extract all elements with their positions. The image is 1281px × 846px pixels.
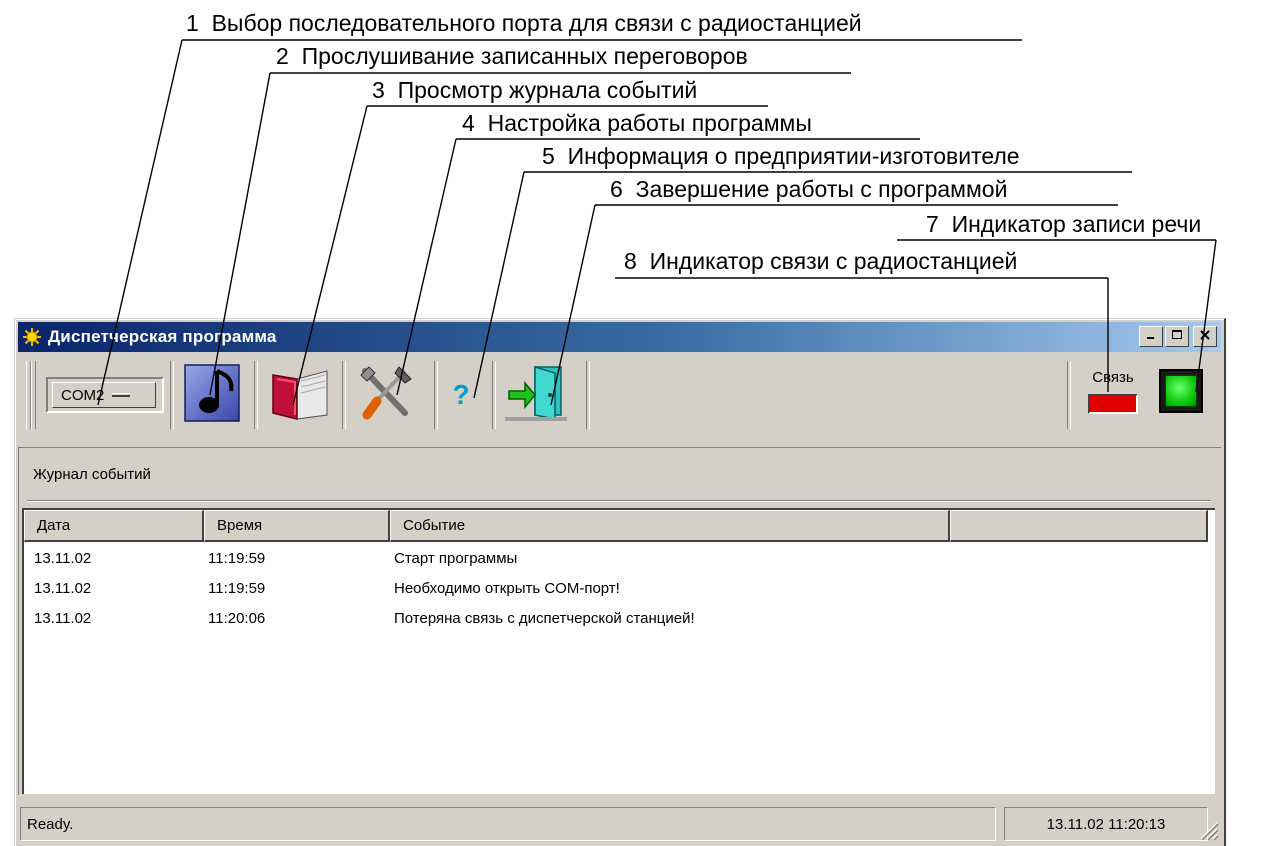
callout-4: 4 Настройка работы программы bbox=[462, 110, 812, 136]
settings-button[interactable] bbox=[350, 363, 420, 427]
status-datetime-pane: 13.11.02 11:20:13 bbox=[1004, 807, 1208, 841]
link-indicator: Связь bbox=[1079, 365, 1147, 427]
table-row[interactable]: 13.11.02 11:20:06 Потеряна связь с диспе… bbox=[24, 606, 1215, 634]
com-port-value: COM2 bbox=[61, 386, 105, 404]
about-button[interactable]: ? bbox=[436, 363, 486, 427]
exit-button[interactable] bbox=[502, 363, 572, 427]
close-button[interactable] bbox=[1193, 326, 1217, 347]
table-row[interactable]: 13.11.02 11:19:59 Необходимо открыть COM… bbox=[24, 576, 1215, 604]
question-icon: ? bbox=[452, 379, 470, 410]
toolbar-separator bbox=[170, 361, 174, 429]
table-row[interactable]: 13.11.02 11:19:59 Старт программы bbox=[24, 546, 1215, 574]
window-title: Диспетчерская программа bbox=[48, 327, 277, 346]
event-list[interactable]: Дата Время Событие 13.11.02 11:19:59 Ста… bbox=[22, 508, 1215, 794]
toolbar-separator bbox=[342, 361, 346, 429]
event-log-panel: Журнал событий Дата Время Событие 13.11.… bbox=[18, 447, 1221, 795]
toolbar: COM2 ? Связь bbox=[18, 355, 1221, 435]
cell-time: 11:19:59 bbox=[208, 550, 266, 567]
status-bar: Ready. 13.11.02 11:20:13 bbox=[18, 803, 1221, 843]
status-text: Ready. bbox=[27, 815, 74, 833]
cell-date: 13.11.02 bbox=[34, 550, 92, 567]
com-port-select[interactable]: COM2 bbox=[46, 377, 164, 413]
toolbar-grip-2[interactable] bbox=[31, 361, 36, 429]
cell-time: 11:19:59 bbox=[208, 580, 266, 597]
column-header-time[interactable]: Время bbox=[204, 510, 390, 542]
maximize-button[interactable] bbox=[1165, 326, 1189, 347]
column-header-event[interactable]: Событие bbox=[390, 510, 950, 542]
callout-8: 8 Индикатор связи с радиостанцией bbox=[624, 248, 1018, 274]
link-status-led bbox=[1088, 394, 1138, 414]
column-header-date[interactable]: Дата bbox=[24, 510, 204, 542]
exit-door-icon bbox=[505, 363, 569, 428]
callout-2: 2 Прослушивание записанных переговоров bbox=[276, 43, 748, 69]
event-log-button[interactable] bbox=[264, 363, 334, 427]
cell-date: 13.11.02 bbox=[34, 580, 92, 597]
minimize-icon bbox=[1145, 328, 1157, 346]
dropdown-toggle-icon bbox=[112, 393, 131, 397]
log-title: Журнал событий bbox=[33, 466, 151, 483]
record-status-led bbox=[1159, 369, 1203, 413]
callout-3: 3 Просмотр журнала событий bbox=[372, 77, 698, 103]
callout-5: 5 Информация о предприятии-изготовителе bbox=[542, 143, 1020, 169]
toolbar-separator bbox=[254, 361, 258, 429]
link-indicator-label: Связь bbox=[1092, 369, 1134, 386]
tools-icon bbox=[355, 363, 415, 428]
cell-date: 13.11.02 bbox=[34, 610, 92, 627]
close-icon bbox=[1199, 328, 1211, 346]
book-icon bbox=[267, 365, 331, 426]
callout-1: 1 Выбор последовательного порта для связ… bbox=[186, 10, 862, 36]
record-indicator bbox=[1159, 369, 1203, 413]
play-recordings-button[interactable] bbox=[178, 363, 248, 427]
column-header-empty[interactable] bbox=[950, 510, 1208, 542]
minimize-button[interactable] bbox=[1139, 326, 1163, 347]
status-datetime: 13.11.02 11:20:13 bbox=[1046, 815, 1166, 833]
callout-6: 6 Завершение работы с программой bbox=[610, 176, 1008, 202]
maximize-icon bbox=[1171, 328, 1183, 346]
app-window: Диспетчерская программа COM2 ? Связь Жур… bbox=[14, 318, 1226, 846]
cell-event: Потеряна связь с диспетчерской станцией! bbox=[394, 610, 695, 627]
title-bar[interactable]: Диспетчерская программа bbox=[18, 322, 1221, 352]
cell-time: 11:20:06 bbox=[208, 610, 266, 627]
sun-icon bbox=[22, 327, 42, 347]
toolbar-separator bbox=[586, 361, 590, 429]
music-note-icon bbox=[181, 363, 245, 428]
resize-grip-icon[interactable] bbox=[1195, 817, 1219, 841]
callout-7: 7 Индикатор записи речи bbox=[926, 211, 1202, 237]
status-text-pane: Ready. bbox=[20, 807, 996, 841]
list-header: Дата Время Событие bbox=[24, 510, 1215, 542]
cell-event: Старт программы bbox=[394, 550, 518, 567]
cell-event: Необходимо открыть COM-порт! bbox=[394, 580, 620, 597]
toolbar-separator bbox=[492, 361, 496, 429]
toolbar-separator bbox=[1067, 361, 1071, 429]
divider bbox=[27, 500, 1211, 502]
